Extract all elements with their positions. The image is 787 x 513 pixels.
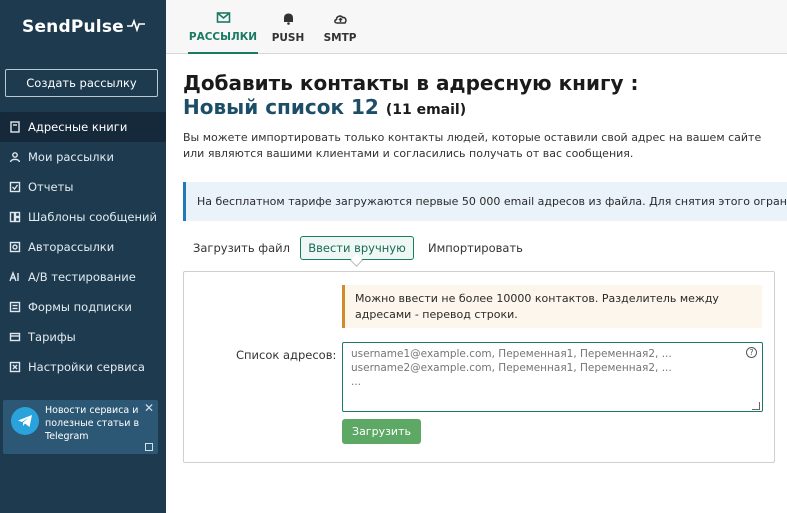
tab-upload-file[interactable]: Загрузить файл: [193, 236, 290, 260]
list-name: Новый список 12: [183, 95, 379, 119]
bell-icon: [283, 13, 293, 25]
tariff-icon: [8, 330, 22, 344]
telegram-promo-text: Новости сервиса и полезные статьи в Tele…: [45, 405, 140, 442]
sidebar-item-label: Шаблоны сообщений: [28, 210, 157, 224]
sidebar-item-templates[interactable]: Шаблоны сообщений: [0, 202, 166, 232]
create-campaign-button[interactable]: Создать рассылку: [5, 69, 158, 97]
sidebar-item-address-books[interactable]: Адресные книги: [0, 112, 166, 142]
tab-import[interactable]: Импортировать: [428, 236, 523, 260]
sidebar-item-ab-testing[interactable]: A/B тестирование: [0, 262, 166, 292]
sidebar-item-reports[interactable]: Отчеты: [0, 172, 166, 202]
tab-label: SMTP: [323, 31, 357, 44]
sendpulse-logo[interactable]: SendPulse: [0, 0, 166, 53]
limit-warning: Можно ввести не более 10000 контактов. Р…: [342, 285, 762, 328]
sidebar-item-label: Тарифы: [28, 330, 76, 344]
telegram-promo[interactable]: Новости сервиса и полезные статьи в Tele…: [3, 400, 158, 454]
list-count: (11 email): [385, 102, 467, 118]
external-link-icon[interactable]: [145, 443, 153, 451]
info-banner: На бесплатном тарифе загружаются первые …: [183, 182, 787, 221]
main-content: Добавить контакты в адресную книгу : Нов…: [166, 54, 787, 513]
upload-button[interactable]: Загрузить: [342, 419, 421, 444]
sidebar-item-label: Мои рассылки: [28, 150, 114, 164]
sidebar-item-autoresponders[interactable]: Авторассылки: [0, 232, 166, 262]
sidebar-item-label: A/B тестирование: [28, 270, 136, 284]
sidebar-item-label: Настройки сервиса: [28, 360, 145, 374]
address-list-textarea[interactable]: [342, 342, 763, 412]
page-title: Добавить контакты в адресную книгу :: [183, 71, 639, 95]
list-title: Новый список 12 (11 email): [183, 95, 466, 119]
settings-icon: [8, 360, 22, 374]
sidebar-nav: Адресные книги Мои рассылки Отчеты Шабло…: [0, 112, 166, 382]
sidebar: SendPulse Создать рассылку Адресные книг…: [0, 0, 166, 513]
auto-icon: [8, 240, 22, 254]
tab-label: РАССЫЛКИ: [188, 30, 258, 43]
sidebar-item-subscription-forms[interactable]: Формы подписки: [0, 292, 166, 322]
check-square-icon: [8, 180, 22, 194]
pulse-icon: [126, 18, 145, 36]
top-nav: РАССЫЛКИ PUSH SMTP: [166, 0, 787, 54]
grid-icon: [8, 210, 22, 224]
resize-handle[interactable]: [752, 402, 760, 410]
manual-entry-panel: Можно ввести не более 10000 контактов. Р…: [183, 271, 775, 463]
sidebar-item-label: Отчеты: [28, 180, 74, 194]
form-icon: [8, 300, 22, 314]
address-book-icon: [8, 120, 22, 134]
sidebar-item-label: Авторассылки: [28, 240, 115, 254]
sidebar-item-settings[interactable]: Настройки сервиса: [0, 352, 166, 382]
address-list-label: Список адресов:: [236, 348, 337, 362]
tab-push[interactable]: PUSH: [270, 0, 306, 54]
mail-icon: [216, 11, 230, 23]
sidebar-item-label: Формы подписки: [28, 300, 132, 314]
sidebar-item-tariffs[interactable]: Тарифы: [0, 322, 166, 352]
tab-enter-manually[interactable]: Ввести вручную: [300, 236, 414, 260]
help-icon[interactable]: ?: [746, 347, 757, 358]
users-icon: [8, 150, 22, 164]
logo-text: SendPulse: [22, 16, 124, 37]
ab-test-icon: [8, 270, 22, 284]
sidebar-item-label: Адресные книги: [28, 120, 128, 134]
tab-label: PUSH: [271, 31, 305, 44]
page-description: Вы можете импортировать только контакты …: [183, 131, 762, 160]
cloud-upload-icon: [333, 14, 347, 24]
telegram-icon: [11, 407, 39, 435]
tab-smtp[interactable]: SMTP: [322, 0, 358, 54]
sidebar-item-my-campaigns[interactable]: Мои рассылки: [0, 142, 166, 172]
tab-campaigns[interactable]: РАССЫЛКИ: [188, 0, 258, 54]
close-icon[interactable]: ✕: [144, 401, 154, 415]
